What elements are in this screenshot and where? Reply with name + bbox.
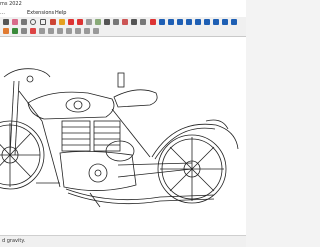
- zoom-extents-icon[interactable]: [150, 19, 156, 25]
- hidden-line-icon[interactable]: [204, 19, 210, 25]
- zoom-icon[interactable]: [140, 19, 146, 25]
- scale-icon[interactable]: [77, 19, 83, 25]
- materials-icon[interactable]: [30, 28, 36, 34]
- back-edges-icon[interactable]: [186, 19, 192, 25]
- iso-view-icon[interactable]: [39, 28, 45, 34]
- layers-icon[interactable]: [12, 28, 18, 34]
- textured-icon[interactable]: [222, 19, 228, 25]
- next-view-icon[interactable]: [168, 19, 174, 25]
- xray-icon[interactable]: [177, 19, 183, 25]
- select-icon[interactable]: [3, 19, 9, 25]
- components-icon[interactable]: [21, 28, 27, 34]
- bottom-view-icon[interactable]: [93, 28, 99, 34]
- orbit-icon[interactable]: [122, 19, 128, 25]
- menu-bar: … Extensions Help: [0, 9, 246, 17]
- push-pull-icon[interactable]: [50, 19, 56, 25]
- top-view-icon[interactable]: [48, 28, 54, 34]
- title-bar: ms 2022: [0, 0, 246, 9]
- front-view-icon[interactable]: [57, 28, 63, 34]
- left-view-icon[interactable]: [84, 28, 90, 34]
- previous-view-icon[interactable]: [159, 19, 165, 25]
- status-bar: d gravity.: [0, 235, 246, 247]
- right-view-icon[interactable]: [66, 28, 72, 34]
- back-view-icon[interactable]: [75, 28, 81, 34]
- secondary-toolbar: [0, 27, 246, 37]
- menu-extensions[interactable]: Extensions: [27, 9, 54, 17]
- menu-partial-item[interactable]: …: [0, 9, 5, 17]
- monochrome-icon[interactable]: [231, 19, 237, 25]
- eraser-icon[interactable]: [12, 19, 18, 25]
- window-title: ms 2022: [0, 1, 22, 7]
- pan-icon[interactable]: [131, 19, 137, 25]
- drawing-viewport[interactable]: [0, 37, 246, 235]
- shaded-icon[interactable]: [213, 19, 219, 25]
- styles-icon[interactable]: [3, 28, 9, 34]
- paint-bucket-icon[interactable]: [113, 19, 119, 25]
- pencil-icon[interactable]: [21, 19, 27, 25]
- motorcycle-model: [0, 68, 239, 208]
- rotate-icon[interactable]: [68, 19, 74, 25]
- text-icon[interactable]: [104, 19, 110, 25]
- rectangle-icon[interactable]: [40, 19, 46, 25]
- wireframe-icon[interactable]: [195, 19, 201, 25]
- tape-measure-icon[interactable]: [95, 19, 101, 25]
- status-text: d gravity.: [2, 238, 26, 244]
- arc-icon[interactable]: [30, 19, 36, 25]
- menu-help[interactable]: Help: [55, 9, 66, 17]
- offset-icon[interactable]: [86, 19, 92, 25]
- move-icon[interactable]: [59, 19, 65, 25]
